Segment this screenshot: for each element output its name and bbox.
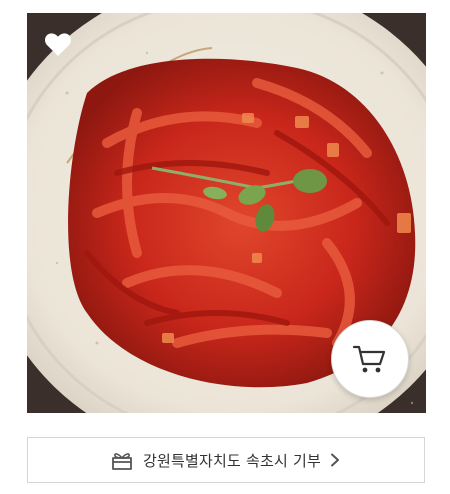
donation-label: 강원특별자치도 속초시 기부 [143, 451, 321, 470]
cart-icon [352, 345, 386, 373]
gift-box-icon [110, 449, 134, 471]
heart-icon [44, 32, 72, 56]
donation-button[interactable]: 강원특별자치도 속초시 기부 [27, 437, 425, 483]
wishlist-button[interactable] [41, 29, 75, 59]
chevron-right-icon [330, 453, 342, 467]
product-image[interactable] [27, 13, 426, 413]
add-to-cart-button[interactable] [331, 320, 409, 398]
